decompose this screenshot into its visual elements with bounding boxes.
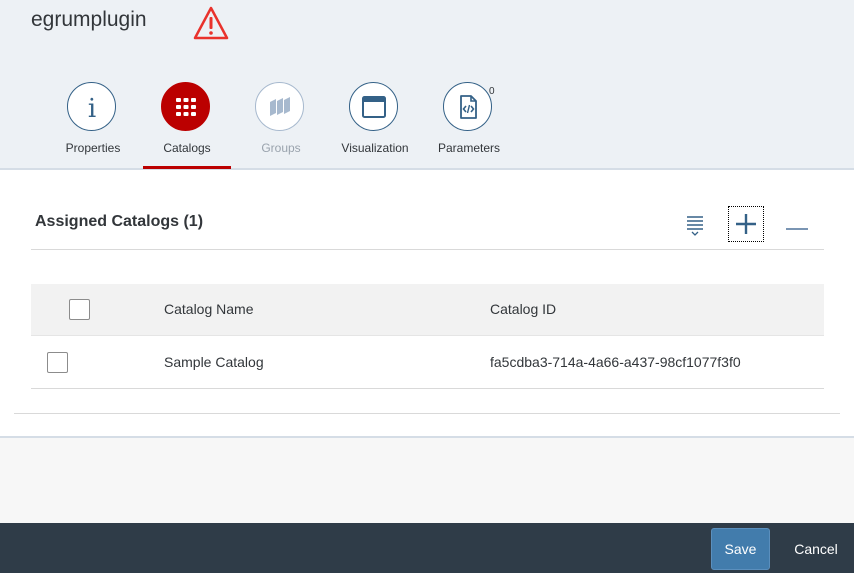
tab-label: Catalogs <box>163 141 211 155</box>
parameters-count-badge: 0 <box>489 86 495 97</box>
code-file-icon <box>443 82 492 131</box>
column-header-catalog-id[interactable]: Catalog ID <box>490 301 556 317</box>
content-divider <box>14 413 840 414</box>
select-all-checkbox[interactable] <box>69 299 90 320</box>
selected-tab-indicator <box>143 166 231 169</box>
remove-icon <box>786 228 808 230</box>
row-checkbox[interactable] <box>47 352 68 373</box>
assigned-catalogs-table: Catalog Name Catalog ID Sample Catalog f… <box>31 284 824 389</box>
save-button[interactable]: Save <box>711 528 770 570</box>
tab-label: Visualization <box>341 141 409 155</box>
table-row[interactable]: Sample Catalog fa5cdba3-714a-4a66-a437-9… <box>31 336 824 389</box>
grid-icon <box>161 82 210 131</box>
section-divider <box>31 249 824 250</box>
tab-label: Parameters <box>437 141 501 155</box>
empty-area <box>0 438 854 523</box>
table-header: Catalog Name Catalog ID <box>31 284 824 336</box>
tab-groups: Groups <box>233 82 329 168</box>
header-divider <box>0 168 854 170</box>
tab-catalogs[interactable]: Catalogs <box>139 82 235 169</box>
window-icon <box>349 82 398 131</box>
cancel-button[interactable]: Cancel <box>784 528 848 570</box>
catalog-name-cell: Sample Catalog <box>164 354 264 370</box>
sort-button[interactable] <box>682 212 708 238</box>
groups-icon <box>255 82 304 131</box>
catalog-id-cell: fa5cdba3-714a-4a66-a437-98cf1077f3f0 <box>490 354 741 370</box>
tab-properties[interactable]: i Properties <box>45 82 141 168</box>
svg-text:i: i <box>87 94 95 122</box>
tab-label: Groups <box>261 141 301 155</box>
tab-label: Properties <box>65 141 121 155</box>
column-header-catalog-name[interactable]: Catalog Name <box>164 301 254 317</box>
remove-catalog-button[interactable] <box>782 210 812 240</box>
warning-triangle-icon <box>193 6 229 40</box>
add-icon <box>736 214 756 234</box>
app-title: egrumplugin <box>31 8 147 31</box>
tab-visualization[interactable]: Visualization <box>327 82 423 168</box>
section-title: Assigned Catalogs (1) <box>35 213 204 230</box>
add-catalog-button[interactable] <box>728 206 764 242</box>
sort-icon <box>687 216 703 236</box>
info-icon: i <box>67 82 116 131</box>
tab-parameters[interactable]: 0 Parameters <box>421 82 517 168</box>
